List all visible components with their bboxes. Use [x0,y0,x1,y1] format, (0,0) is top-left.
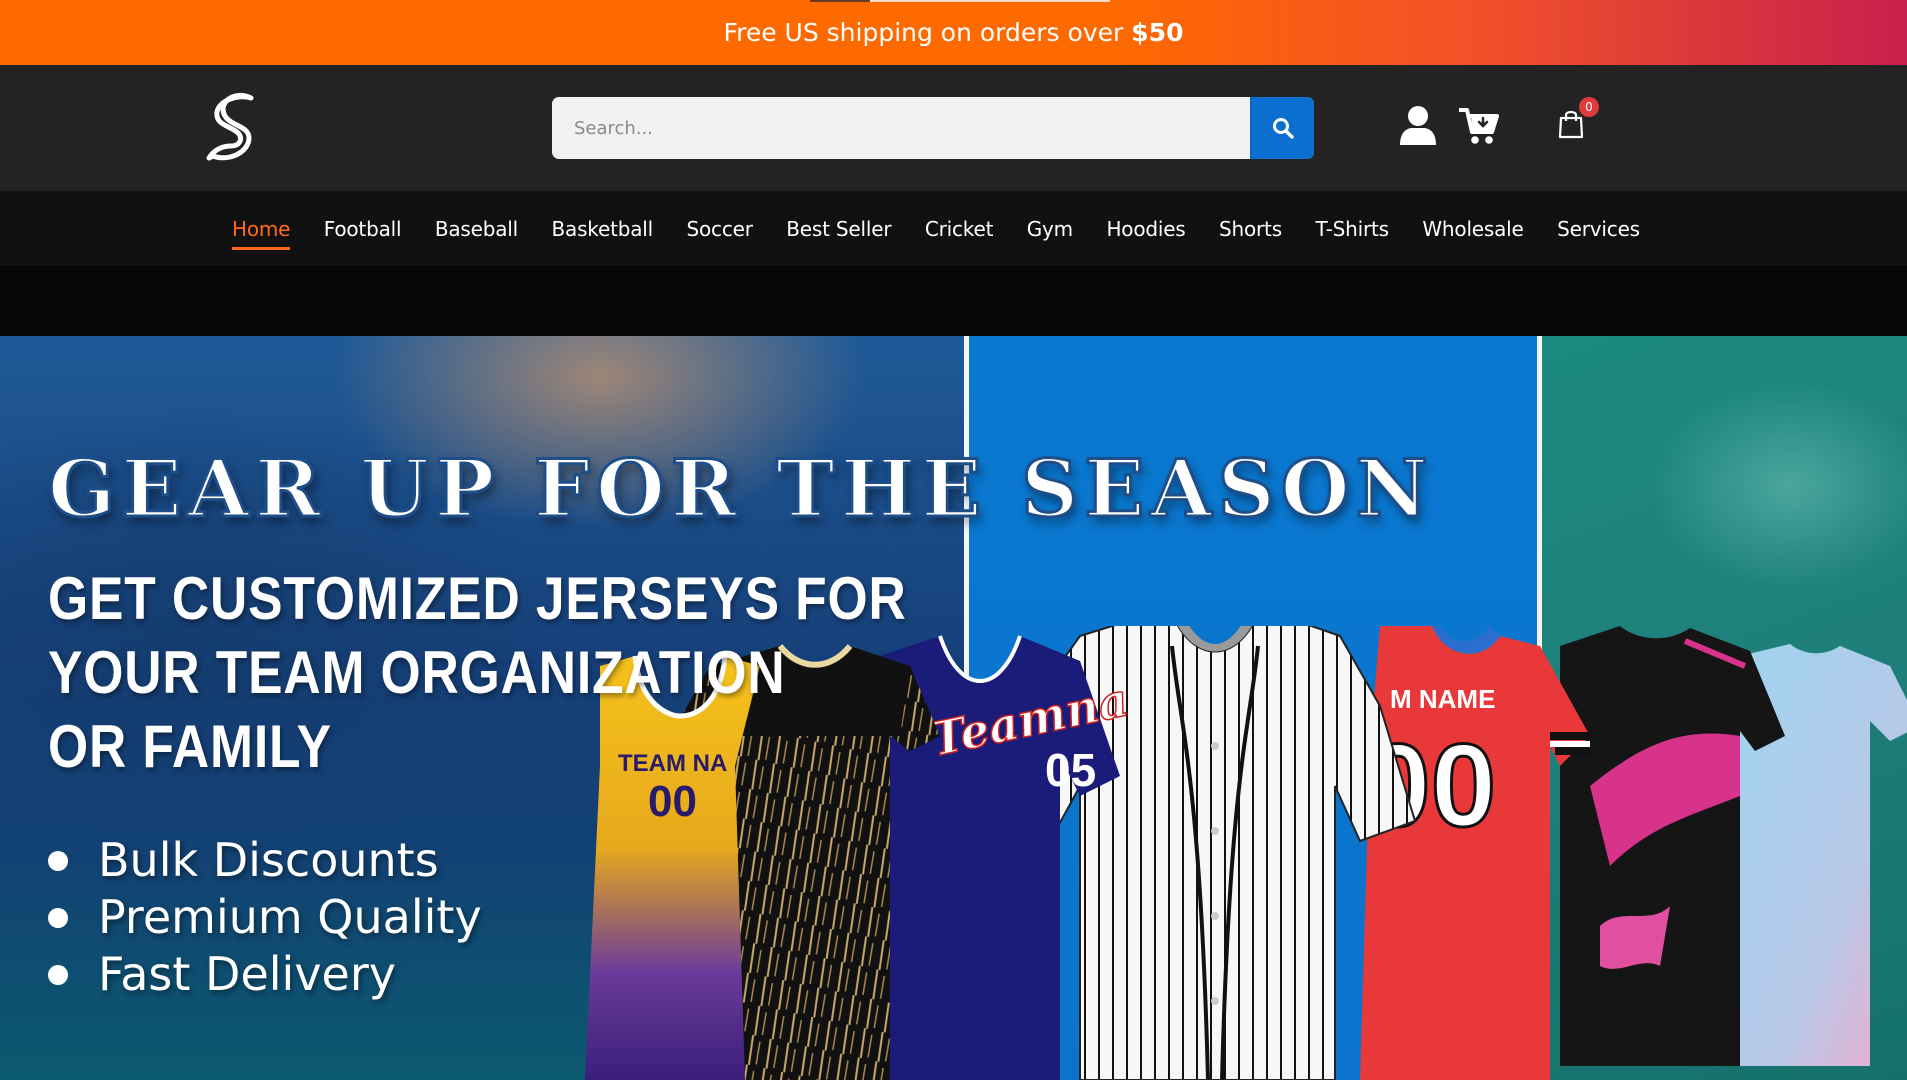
hero-feature-label: Bulk Discounts [98,833,439,887]
cart-count-badge: 0 [1579,97,1599,117]
nav-item-basketball[interactable]: Basketball [552,217,654,241]
nav-item-cricket[interactable]: Cricket [925,217,994,241]
hero-feature-item: Fast Delivery [48,946,482,1003]
hero-subtitle-line: OR FAMILY [48,713,332,780]
hero-feature-item: Bulk Discounts [48,832,482,889]
shopping-bag-icon[interactable] [1558,109,1584,139]
announcement-amount: $50 [1131,18,1184,47]
jersey-navy-number: 05 [1045,744,1096,796]
header-spacer [0,266,1907,336]
nav-item-soccer[interactable]: Soccer [687,217,753,241]
user-icon[interactable] [1399,105,1437,145]
main-nav: Home Football Baseball Basketball Soccer Best… [0,191,1907,266]
hero-feature-label: Premium Quality [98,890,482,944]
nav-item-football[interactable]: Football [324,217,402,241]
nav-list: Home Football Baseball Basketball Soccer Best… [232,191,1673,266]
hero-subtitle-line: GET CUSTOMIZED JERSEYS FOR [48,565,907,632]
hero-feature-list: Bulk Discounts Premium Quality Fast Deli… [48,832,482,1003]
nav-item-best-seller[interactable]: Best Seller [786,217,891,241]
nav-item-home[interactable]: Home [232,217,291,250]
nav-item-baseball[interactable]: Baseball [435,217,518,241]
hero-subtitle: GET CUSTOMIZED JERSEYS FOR YOUR TEAM ORG… [48,562,907,784]
announcement-bar: Free US shipping on orders over $50 [0,0,1907,65]
nav-item-shorts[interactable]: Shorts [1219,217,1282,241]
search-input[interactable] [552,97,1242,159]
search-icon [1272,118,1294,139]
hero-subtitle-line: YOUR TEAM ORGANIZATION [48,639,786,706]
cart-icon[interactable] [1459,107,1499,145]
jersey-basketball-number: 00 [648,777,697,826]
announcement-progress-indicator [810,0,1110,2]
nav-item-t-shirts[interactable]: T-Shirts [1315,217,1389,241]
nav-item-services[interactable]: Services [1557,217,1640,241]
hero-banner[interactable]: M NAME 00 Teamna 05 TEAM NA 00 GEAR UP F… [0,336,1907,1080]
s-logo-icon[interactable] [205,92,263,164]
bullet-dot-icon [48,907,68,928]
search-bar [552,97,1314,159]
nav-item-gym[interactable]: Gym [1027,217,1073,241]
nav-item-wholesale[interactable]: Wholesale [1422,217,1523,241]
hero-title: GEAR UP FOR THE SEASON [47,441,1434,537]
bullet-dot-icon [48,850,68,871]
jersey-name-text: M NAME [1390,684,1495,714]
search-button[interactable] [1250,97,1314,159]
hero-feature-item: Premium Quality [48,889,482,946]
hero-feature-label: Fast Delivery [98,947,396,1001]
jersey-red-football: M NAME 00 [1360,626,1590,1080]
nav-item-hoodies[interactable]: Hoodies [1106,217,1185,241]
announcement-text: Free US shipping on orders over [723,18,1124,47]
site-header: 0 [0,65,1907,191]
bullet-dot-icon [48,964,68,985]
